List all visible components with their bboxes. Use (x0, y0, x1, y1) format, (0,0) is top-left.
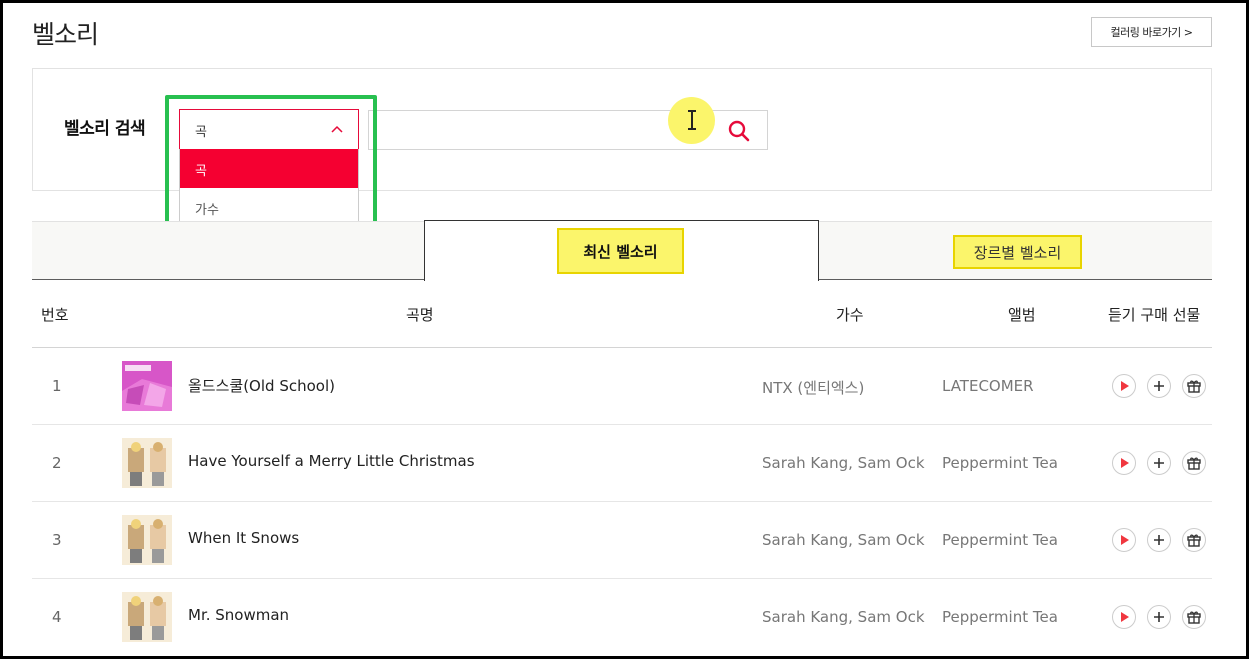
album-name[interactable]: LATECOMER (942, 377, 1034, 395)
album-art[interactable] (122, 592, 172, 642)
artist-name[interactable]: Sarah Kang, Sam Ock (762, 531, 925, 549)
album-name[interactable]: Peppermint Tea (942, 608, 1058, 626)
text-cursor-icon (688, 110, 696, 130)
gift-icon (1187, 380, 1201, 393)
gift-button[interactable] (1182, 374, 1206, 398)
album-art[interactable] (122, 515, 172, 565)
gift-icon (1187, 534, 1201, 547)
header-artist: 가수 (836, 306, 864, 324)
tab-latest-label[interactable]: 최신 벨소리 (557, 228, 684, 274)
plus-icon (1154, 612, 1164, 622)
header-actions: 듣기 구매 선물 (1108, 306, 1201, 324)
plus-icon (1154, 381, 1164, 391)
gift-button[interactable] (1182, 605, 1206, 629)
search-icon[interactable] (727, 119, 751, 143)
header-divider (32, 347, 1212, 348)
tab-genre[interactable]: 장르별 벨소리 (953, 235, 1082, 269)
row-number: 3 (52, 531, 62, 549)
album-name[interactable]: Peppermint Tea (942, 454, 1058, 472)
play-button[interactable] (1112, 374, 1136, 398)
song-title[interactable]: When It Snows (188, 529, 299, 547)
song-title[interactable]: 올드스쿨(Old School) (188, 375, 335, 396)
play-button[interactable] (1112, 451, 1136, 475)
play-icon (1121, 612, 1129, 622)
gift-icon (1187, 611, 1201, 624)
song-title[interactable]: Have Yourself a Merry Little Christmas (188, 452, 475, 470)
header-album: 앨범 (1008, 306, 1036, 324)
search-label: 벨소리 검색 (64, 119, 146, 139)
artist-name[interactable]: NTX (엔티엑스) (762, 377, 864, 398)
row-number: 2 (52, 454, 62, 472)
buy-button[interactable] (1147, 451, 1171, 475)
plus-icon (1154, 535, 1164, 545)
play-button[interactable] (1112, 605, 1136, 629)
play-icon (1121, 535, 1129, 545)
play-button[interactable] (1112, 528, 1136, 552)
plus-icon (1154, 458, 1164, 468)
row-divider (32, 424, 1212, 425)
album-art[interactable] (122, 438, 172, 488)
row-divider (32, 578, 1212, 579)
gift-icon (1187, 457, 1201, 470)
gift-button[interactable] (1182, 528, 1206, 552)
row-divider (32, 501, 1212, 502)
artist-name[interactable]: Sarah Kang, Sam Ock (762, 608, 925, 626)
page-title: 벨소리 (32, 20, 99, 49)
artist-name[interactable]: Sarah Kang, Sam Ock (762, 454, 925, 472)
buy-button[interactable] (1147, 605, 1171, 629)
buy-button[interactable] (1147, 528, 1171, 552)
header-num: 번호 (41, 306, 69, 324)
coloring-link-button[interactable]: 컬러링 바로가기 > (1091, 17, 1212, 47)
play-icon (1121, 458, 1129, 468)
song-title[interactable]: Mr. Snowman (188, 606, 289, 624)
play-icon (1121, 381, 1129, 391)
album-art[interactable] (122, 361, 172, 411)
album-name[interactable]: Peppermint Tea (942, 531, 1058, 549)
buy-button[interactable] (1147, 374, 1171, 398)
gift-button[interactable] (1182, 451, 1206, 475)
row-number: 1 (52, 377, 62, 395)
header-title: 곡명 (406, 306, 434, 324)
row-number: 4 (52, 608, 62, 626)
